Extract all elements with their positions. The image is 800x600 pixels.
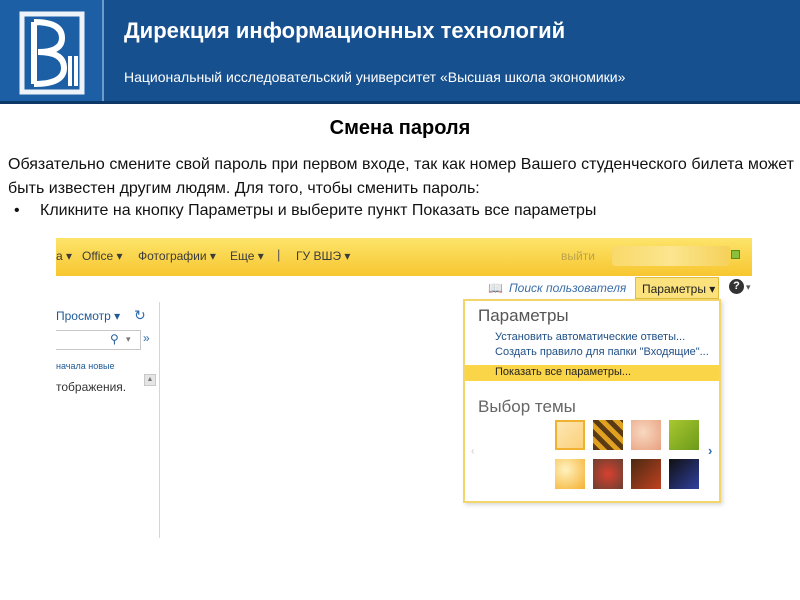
sort-newest-link[interactable]: начала новые (56, 361, 114, 371)
theme-thumb-floral[interactable] (631, 420, 661, 450)
header-divider (0, 101, 800, 104)
presence-icon (731, 250, 740, 259)
bullet-dot: • (14, 202, 20, 219)
search-users-link[interactable]: 📖 Поиск пользователя (488, 281, 626, 295)
search-users-label: Поиск пользователя (508, 281, 627, 295)
theme-thumb-robot[interactable] (593, 459, 623, 489)
view-dropdown[interactable]: Просмотр ▾ (56, 309, 120, 323)
topbar-item-hse[interactable]: ГУ ВШЭ ▾ (296, 249, 350, 263)
theme-prev-icon[interactable]: ‹ (471, 446, 474, 457)
bullet-text: Кликните на кнопку Параметры и выберите … (40, 202, 597, 219)
header-band: Дирекция информационных технологий Нацио… (0, 0, 800, 104)
menu-item-inbox-rule[interactable]: Создать правило для папки "Входящие"... (495, 346, 709, 358)
scroll-up-icon[interactable]: ▲ (144, 374, 156, 386)
page-title: Смена пароля (329, 117, 471, 139)
bullet-item: • Кликните на кнопку Параметры и выберите… (14, 202, 596, 220)
theme-thumb-sun[interactable] (555, 459, 585, 489)
mail-search-input[interactable]: ⚲ ▾ (56, 330, 141, 350)
menu-item-show-all-label: Показать все параметры... (495, 366, 632, 378)
user-name-blurred (612, 246, 730, 266)
hse-logo-icon (0, 0, 104, 104)
header-title: Дирекция информационных технологий (124, 18, 566, 43)
search-icon[interactable]: ⚲ (110, 332, 119, 346)
help-chevron-down-icon[interactable]: ▾ (746, 282, 751, 293)
theme-thumb-dark[interactable] (669, 459, 699, 489)
refresh-icon[interactable]: ↻ (134, 307, 146, 324)
menu-item-auto-replies[interactable]: Установить автоматические ответы... (495, 331, 685, 343)
empty-list-message: тображения. (56, 380, 127, 394)
header-subtitle: Национальный исследовательский университ… (124, 69, 626, 85)
theme-thumb-cartoon[interactable] (631, 459, 661, 489)
menu-item-show-all-options[interactable]: Показать все параметры... (465, 365, 719, 381)
theme-heading: Выбор темы (478, 397, 576, 416)
intro-paragraph: Обязательно смените свой пароль при перв… (8, 156, 794, 197)
theme-thumb-green[interactable] (669, 420, 699, 450)
menu-heading: Параметры (478, 306, 569, 325)
topbar-item-photos[interactable]: Фотографии ▾ (138, 249, 216, 263)
theme-thumb-pattern[interactable] (593, 420, 623, 450)
theme-next-icon[interactable]: › (708, 443, 712, 458)
expand-icon[interactable]: » (143, 331, 150, 345)
topbar-item-more[interactable]: Еще ▾ (230, 249, 264, 263)
parameters-menu: Параметры Установить автоматические отве… (463, 299, 721, 503)
message-list-pane: Просмотр ▾ ↻ ⚲ ▾ » начала новые тображен… (56, 302, 160, 538)
chevron-down-icon[interactable]: ▾ (126, 334, 131, 345)
topbar-item-mail[interactable]: а ▾ (56, 249, 72, 263)
outlook-screenshot: а ▾ Office ▾ Фотографии ▾ Еще ▾ | ГУ ВШЭ… (56, 238, 752, 538)
help-icon[interactable]: ? (729, 279, 744, 294)
topbar-item-office[interactable]: Office ▾ (82, 249, 122, 263)
theme-thumb-default[interactable] (555, 420, 585, 450)
outlook-top-bar: а ▾ Office ▾ Фотографии ▾ Еще ▾ | ГУ ВШЭ… (56, 238, 752, 276)
signout-link[interactable]: выйти (561, 249, 595, 263)
address-book-icon: 📖 (488, 281, 503, 295)
topbar-separator: | (277, 247, 281, 262)
parameters-button[interactable]: Параметры ▾ (635, 277, 719, 299)
